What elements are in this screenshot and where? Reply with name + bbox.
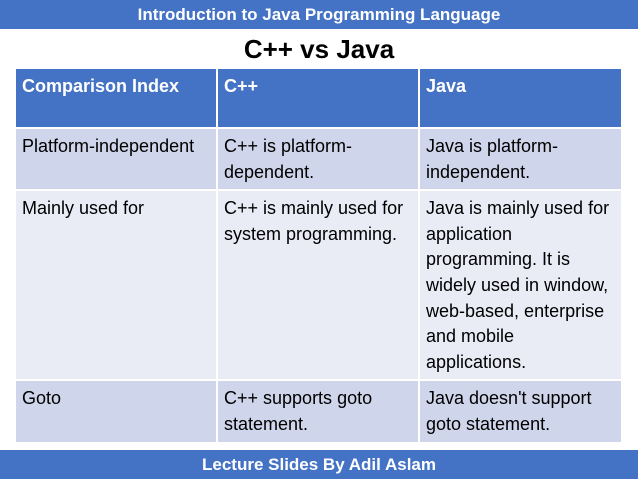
slide-title: C++ vs Java xyxy=(243,34,395,64)
column-header-java: Java xyxy=(418,67,623,129)
table-cell-cpp: C++ supports goto statement. xyxy=(216,379,420,444)
table-row: Mainly used for C++ is mainly used for s… xyxy=(14,189,623,382)
table-cell-java: Java is platform-independent. xyxy=(418,126,623,192)
course-title-banner: Introduction to Java Programming Languag… xyxy=(0,0,638,29)
table-header-row: Comparison Index C++ Java xyxy=(14,67,623,129)
table-cell-index: Platform-independent xyxy=(14,126,218,192)
footer-banner: Lecture Slides By Adil Aslam xyxy=(0,450,638,479)
column-header-comparison-index: Comparison Index xyxy=(14,67,218,129)
comparison-table-container: Comparison Index C++ Java Platform-indep… xyxy=(14,67,623,444)
footer-text: Lecture Slides By Adil Aslam xyxy=(202,455,436,474)
column-header-cpp: C++ xyxy=(216,67,420,129)
table-cell-java: Java is mainly used for application prog… xyxy=(418,189,623,382)
table-cell-cpp: C++ is platform-dependent. xyxy=(216,126,420,192)
table-cell-index: Goto xyxy=(14,379,218,444)
table-cell-cpp: C++ is mainly used for system programmin… xyxy=(216,189,420,382)
comparison-table: Comparison Index C++ Java Platform-indep… xyxy=(14,67,623,444)
table-row: Goto C++ supports goto statement. Java d… xyxy=(14,379,623,444)
table-cell-java: Java doesn't support goto statement. xyxy=(418,379,623,444)
table-row: Platform-independent C++ is platform-dep… xyxy=(14,126,623,192)
table-cell-index: Mainly used for xyxy=(14,189,218,382)
course-title: Introduction to Java Programming Languag… xyxy=(137,5,501,24)
